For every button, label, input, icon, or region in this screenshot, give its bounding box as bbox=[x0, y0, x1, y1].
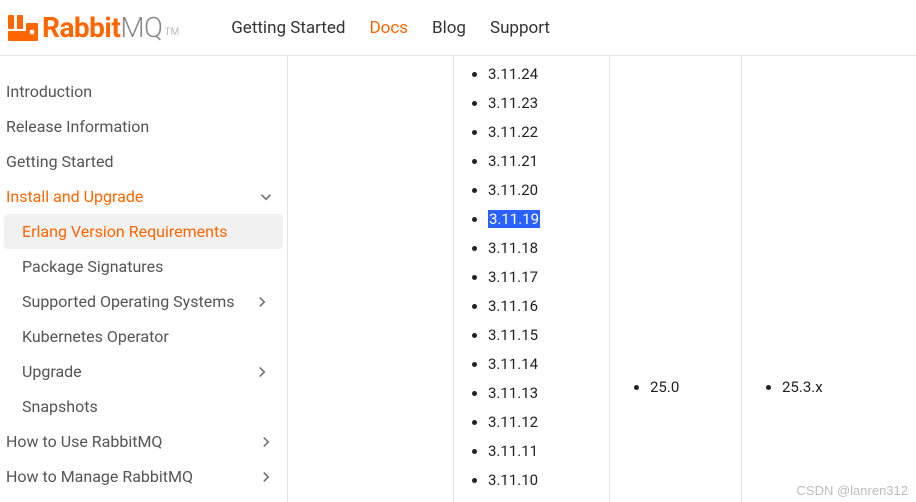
min-erlang-value: 25.0 bbox=[650, 378, 729, 396]
version-item: 3.11.23 bbox=[488, 89, 591, 118]
chevron-down-icon bbox=[257, 188, 275, 206]
topnav-blog[interactable]: Blog bbox=[432, 18, 466, 38]
table-col-max-erlang: 25.3.x bbox=[742, 56, 916, 502]
sidebar: Introduction Release Information Getting S… bbox=[0, 56, 288, 502]
sidebar-sub-snapshots[interactable]: Snapshots bbox=[4, 389, 283, 424]
version-item: 3.11.16 bbox=[488, 292, 591, 321]
version-item: 3.11.24 bbox=[488, 60, 591, 89]
sidebar-label: Supported Operating Systems bbox=[22, 292, 234, 311]
version-link-3-11-22[interactable]: 3.11.22 bbox=[488, 123, 538, 141]
version-item: 3.11.12 bbox=[488, 408, 591, 437]
topnav-support[interactable]: Support bbox=[490, 18, 550, 38]
sidebar-label: Snapshots bbox=[22, 397, 98, 416]
version-link-3-11-19[interactable]: 3.11.19 bbox=[488, 210, 540, 228]
rabbitmq-logo-icon bbox=[8, 15, 38, 41]
version-item: 3.11.13 bbox=[488, 379, 591, 408]
sidebar-label: How to Use RabbitMQ bbox=[6, 432, 162, 451]
version-item: 3.11.15 bbox=[488, 321, 591, 350]
sidebar-item-getting-started[interactable]: Getting Started bbox=[0, 144, 287, 179]
version-item: 3.11.14 bbox=[488, 350, 591, 379]
chevron-right-icon bbox=[253, 293, 271, 311]
max-erlang-value: 25.3.x bbox=[782, 378, 904, 396]
logo-text-rabbit: Rabbit bbox=[42, 11, 120, 44]
version-item: 3.11.11 bbox=[488, 437, 591, 466]
version-link-3-11-13[interactable]: 3.11.13 bbox=[488, 384, 538, 402]
chevron-right-icon bbox=[257, 433, 275, 451]
sidebar-item-install-and-upgrade[interactable]: Install and Upgrade bbox=[0, 179, 287, 214]
watermark: CSDN @lanren312 bbox=[797, 483, 908, 498]
sidebar-item-how-to-manage-rabbitmq[interactable]: How to Manage RabbitMQ bbox=[0, 459, 287, 494]
header: RabbitMQ TM Getting Started Docs Blog Suppo… bbox=[0, 0, 916, 56]
table-col-min-erlang: 25.0 bbox=[610, 56, 742, 502]
table-col-rabbitmq-versions: 3.11.24 3.11.23 3.11.22 3.11.21 3.11.20 3.11.… bbox=[454, 56, 610, 502]
topnav-docs[interactable]: Docs bbox=[369, 18, 408, 38]
table-col-spacer bbox=[288, 56, 454, 502]
sidebar-label: Package Signatures bbox=[22, 257, 163, 276]
version-link-3-11-23[interactable]: 3.11.23 bbox=[488, 94, 538, 112]
chevron-right-icon bbox=[257, 468, 275, 486]
top-nav: Getting Started Docs Blog Support bbox=[231, 18, 550, 38]
version-link-3-11-15[interactable]: 3.11.15 bbox=[488, 326, 538, 344]
sidebar-sub-erlang-version-requirements[interactable]: Erlang Version Requirements bbox=[4, 214, 283, 249]
version-link-3-11-14[interactable]: 3.11.14 bbox=[488, 355, 538, 373]
version-link-3-11-10[interactable]: 3.11.10 bbox=[488, 471, 538, 489]
version-link-3-11-12[interactable]: 3.11.12 bbox=[488, 413, 538, 431]
version-link-3-11-18[interactable]: 3.11.18 bbox=[488, 239, 538, 257]
version-item: 3.11.21 bbox=[488, 147, 591, 176]
topnav-getting-started[interactable]: Getting Started bbox=[231, 18, 345, 38]
version-link-3-11-16[interactable]: 3.11.16 bbox=[488, 297, 538, 315]
version-link-3-11-21[interactable]: 3.11.21 bbox=[488, 152, 538, 170]
version-item: 3.11.19 bbox=[488, 205, 591, 234]
version-item: 3.11.20 bbox=[488, 176, 591, 205]
version-item: 3.11.18 bbox=[488, 234, 591, 263]
version-item: 3.11.17 bbox=[488, 263, 591, 292]
sidebar-item-release-information[interactable]: Release Information bbox=[0, 109, 287, 144]
logo-tm: TM bbox=[165, 27, 180, 44]
sidebar-label: Introduction bbox=[6, 82, 92, 101]
sidebar-label: Erlang Version Requirements bbox=[22, 222, 227, 241]
sidebar-label: How to Manage RabbitMQ bbox=[6, 467, 193, 486]
version-item: 3.11.10 bbox=[488, 466, 591, 495]
sidebar-item-how-to-use-rabbitmq[interactable]: How to Use RabbitMQ bbox=[0, 424, 287, 459]
version-list: 3.11.24 3.11.23 3.11.22 3.11.21 3.11.20 3.11.… bbox=[472, 60, 591, 495]
sidebar-label: Kubernetes Operator bbox=[22, 327, 169, 346]
sidebar-label: Install and Upgrade bbox=[6, 187, 143, 206]
sidebar-label: Upgrade bbox=[22, 362, 82, 381]
sidebar-item-introduction[interactable]: Introduction bbox=[0, 74, 287, 109]
version-link-3-11-20[interactable]: 3.11.20 bbox=[488, 181, 538, 199]
sidebar-sub-supported-operating-systems[interactable]: Supported Operating Systems bbox=[4, 284, 283, 319]
version-link-3-11-24[interactable]: 3.11.24 bbox=[488, 65, 538, 83]
logo[interactable]: RabbitMQ TM bbox=[8, 11, 187, 44]
logo-text-mq: MQ bbox=[120, 11, 162, 44]
main-content: 3.11.24 3.11.23 3.11.22 3.11.21 3.11.20 3.11.… bbox=[288, 56, 916, 502]
version-item: 3.11.22 bbox=[488, 118, 591, 147]
sidebar-label: Release Information bbox=[6, 117, 149, 136]
chevron-right-icon bbox=[253, 363, 271, 381]
sidebar-sub-kubernetes-operator[interactable]: Kubernetes Operator bbox=[4, 319, 283, 354]
sidebar-label: Getting Started bbox=[6, 152, 114, 171]
version-link-3-11-11[interactable]: 3.11.11 bbox=[488, 442, 538, 460]
sidebar-sub-package-signatures[interactable]: Package Signatures bbox=[4, 249, 283, 284]
version-link-3-11-17[interactable]: 3.11.17 bbox=[488, 268, 538, 286]
sidebar-sub-upgrade[interactable]: Upgrade bbox=[4, 354, 283, 389]
